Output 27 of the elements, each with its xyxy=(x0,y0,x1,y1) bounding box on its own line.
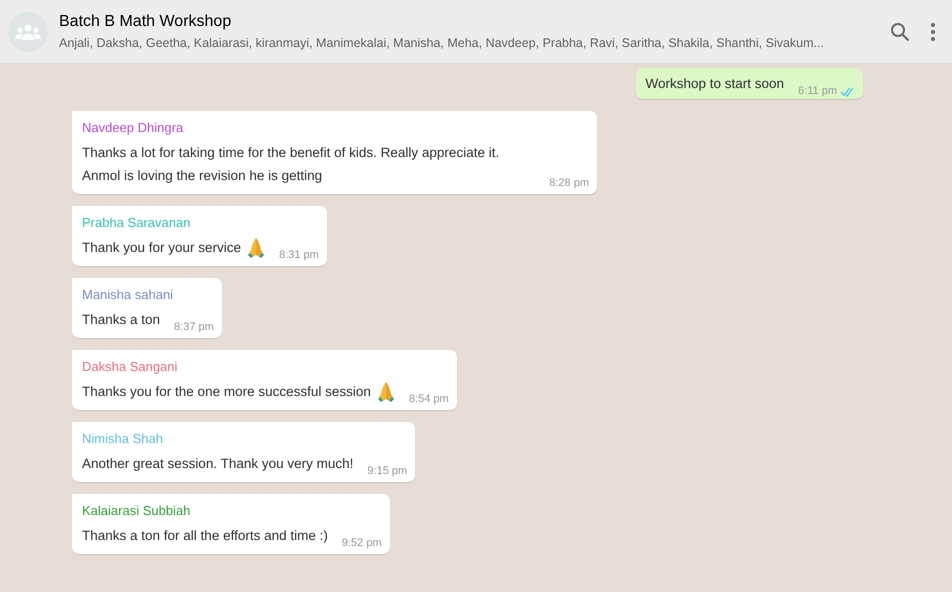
sender-name: Manisha sahani xyxy=(82,286,174,304)
sender-name: Prabha Saravanan xyxy=(82,214,192,232)
message-text: Thank you for your service xyxy=(82,239,242,257)
message-time: 9:15 pm xyxy=(367,464,408,479)
message-text: Workshop to start soon xyxy=(645,75,784,93)
message-time: 6:11 pm xyxy=(798,84,837,99)
search-button[interactable] xyxy=(890,22,910,42)
message-time: 9:52 pm xyxy=(342,536,382,551)
menu-icon xyxy=(930,22,936,42)
group-title: Batch B Math Workshop xyxy=(59,12,232,32)
sender-name: Navdeep Dhingra xyxy=(82,119,184,137)
search-icon xyxy=(890,22,910,42)
message-text: Thanks a ton xyxy=(82,311,160,329)
sender-name: Daksha Sangani xyxy=(82,358,178,376)
member-list: Anjali, Daksha, Geetha, Kalaiarasi, kiranmayi, Manimekalai, Manisha, Meha, Navdeep, Prabha, Ravi, Saritha, Shakila, Shanthi, Sivakum... xyxy=(59,34,874,52)
people-icon xyxy=(15,24,41,40)
sender-name: Nimisha Shah xyxy=(82,430,164,448)
menu-button[interactable] xyxy=(930,22,936,42)
message-time: 8:54 pm xyxy=(408,392,449,407)
message-text: Thanks a ton for all the efforts and time :) xyxy=(82,527,328,545)
message-text: Thanks you for the one more successful session xyxy=(82,383,371,401)
message-text: Another great session. Thank you very much! xyxy=(82,455,354,473)
message-time: 8:28 pm xyxy=(549,176,589,191)
message-text: Thanks a lot for taking time for the benefit of kids. Really appreciate it. Anmol is loving the revision he is getting xyxy=(82,144,500,185)
message-time: 8:31 pm xyxy=(279,248,319,263)
message-time: 8:37 pm xyxy=(174,320,214,335)
sender-name: Kalaiarasi Subbiah xyxy=(82,502,192,520)
